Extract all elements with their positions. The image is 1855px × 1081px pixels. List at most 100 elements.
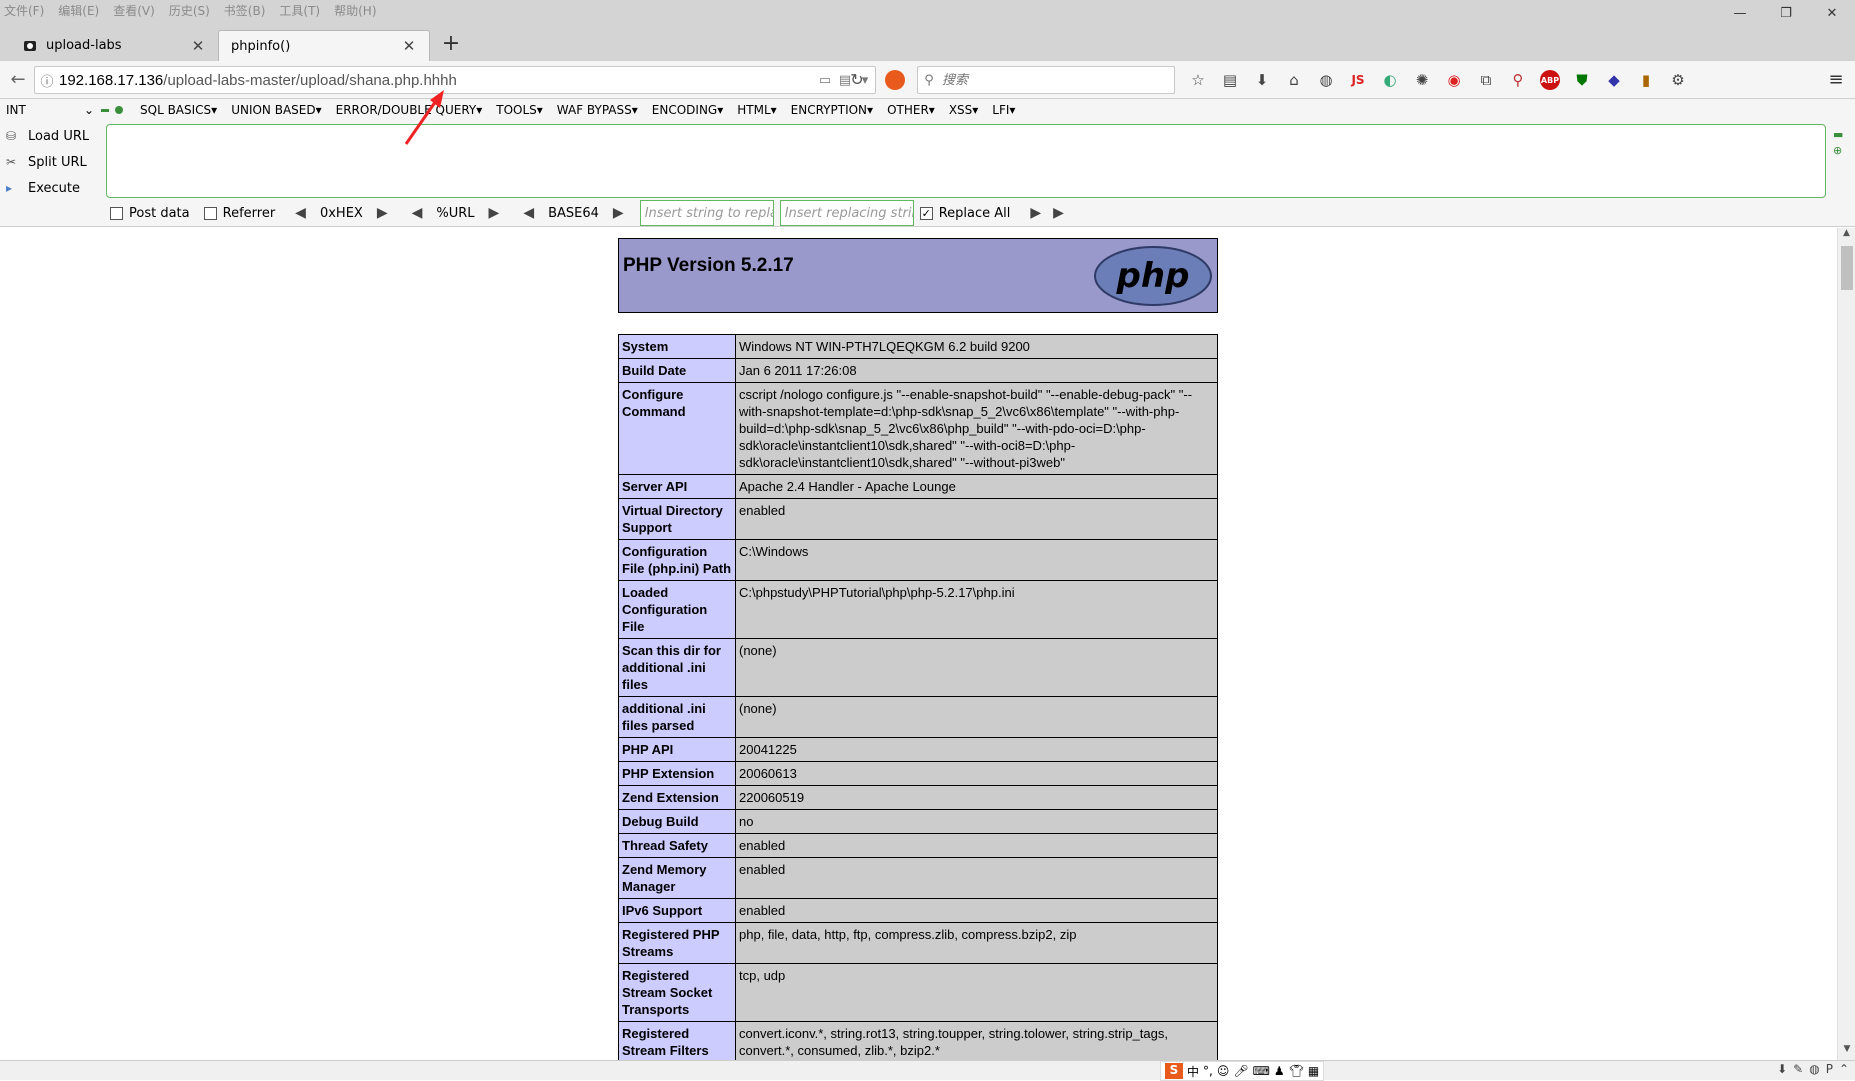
vertical-scrollbar[interactable]: ▲ ▼ bbox=[1837, 228, 1855, 1060]
settings-icon[interactable]: ⚙ bbox=[1665, 67, 1691, 93]
globe-icon[interactable]: ◍ bbox=[1809, 1062, 1819, 1076]
minimize-button[interactable]: — bbox=[1717, 0, 1763, 26]
palette-icon[interactable]: ✺ bbox=[1409, 67, 1435, 93]
minus-icon[interactable] bbox=[101, 108, 109, 112]
hamburger-menu-icon[interactable]: ≡ bbox=[1823, 67, 1849, 93]
menu-lfi[interactable]: LFI▾ bbox=[992, 103, 1015, 117]
shield-icon[interactable]: ⛊ bbox=[1569, 67, 1595, 93]
menu-encoding[interactable]: ENCODING▾ bbox=[652, 103, 723, 117]
encode-arrow-icon[interactable]: ▶ bbox=[489, 205, 500, 221]
restore-button[interactable]: ❐ bbox=[1763, 0, 1809, 26]
menu-error-double-query[interactable]: ERROR/DOUBLE QUERY▾ bbox=[336, 103, 483, 117]
user-icon[interactable]: ♟ bbox=[1274, 1064, 1285, 1078]
info-row: Virtual Directory Support enabled bbox=[618, 498, 1218, 540]
abp-icon[interactable]: ABP bbox=[1540, 70, 1560, 90]
menu-sql-basics[interactable]: SQL BASICS▾ bbox=[140, 103, 217, 117]
search-bar[interactable]: ⚲ bbox=[917, 66, 1175, 94]
ext-red-icon[interactable]: ◉ bbox=[1441, 67, 1467, 93]
decode-arrow-icon[interactable]: ◀ bbox=[412, 205, 423, 221]
menu-tools[interactable]: TOOLS▾ bbox=[496, 103, 543, 117]
skin-icon[interactable]: 👕︎ bbox=[1289, 1064, 1304, 1078]
plus-icon[interactable]: ⊕ bbox=[1833, 143, 1847, 159]
info-icon[interactable]: ⓘ bbox=[35, 71, 59, 90]
colorpicker-icon[interactable]: ▮ bbox=[1633, 67, 1659, 93]
checkbox[interactable] bbox=[110, 206, 123, 220]
menu-edit[interactable]: 编辑(E) bbox=[58, 2, 99, 19]
menu-tools[interactable]: 工具(T) bbox=[279, 2, 320, 19]
referrer-checkbox[interactable]: Referrer bbox=[203, 206, 275, 221]
tab-phpinfo[interactable]: phpinfo() ✕ bbox=[218, 30, 430, 61]
address-bar[interactable]: ⓘ 192.168.17.136/upload-labs-master/uplo… bbox=[34, 66, 876, 94]
microphone-icon[interactable]: 🎤︎ bbox=[1233, 1064, 1248, 1078]
minus-icon[interactable]: ▬ bbox=[1833, 127, 1847, 143]
encode-arrow-icon[interactable]: ▶ bbox=[377, 205, 388, 221]
menu-other[interactable]: OTHER▾ bbox=[887, 103, 935, 117]
reload-icon[interactable]: ↻ bbox=[844, 67, 870, 93]
globe-icon[interactable]: ◍ bbox=[1313, 67, 1339, 93]
bookmark-star-icon[interactable]: ☆ bbox=[1185, 67, 1211, 93]
decode-arrow-icon[interactable]: ◀ bbox=[523, 205, 534, 221]
emoji-icon[interactable]: ☺ bbox=[1217, 1064, 1230, 1078]
screenshot-icon[interactable]: ⧉ bbox=[1473, 67, 1499, 93]
checkbox-checked[interactable]: ✓ bbox=[919, 206, 933, 220]
punctuation-icon[interactable]: °, bbox=[1203, 1064, 1213, 1078]
ime-mode[interactable]: 中 bbox=[1187, 1063, 1199, 1080]
info-key: Zend Extension bbox=[618, 785, 736, 810]
keyboard-icon[interactable]: ⌨ bbox=[1253, 1064, 1270, 1078]
download-icon[interactable]: ⬇ bbox=[1777, 1062, 1787, 1076]
execute-button[interactable]: ▸ Execute bbox=[6, 175, 101, 201]
scroll-thumb[interactable] bbox=[1841, 246, 1853, 290]
close-tab-icon[interactable]: ✕ bbox=[190, 37, 206, 55]
ime-toolbar[interactable]: S 中 °, ☺ 🎤︎ ⌨ ♟ 👕︎ ▦ bbox=[1160, 1061, 1325, 1081]
menu-encryption[interactable]: ENCRYPTION▾ bbox=[791, 103, 873, 117]
grid-icon[interactable]: ▦ bbox=[1308, 1064, 1319, 1078]
replace-arrow-icon[interactable]: ▶ bbox=[1030, 205, 1041, 221]
plus-icon[interactable] bbox=[115, 106, 123, 114]
menu-history[interactable]: 历史(S) bbox=[169, 2, 210, 19]
new-tab-button[interactable]: + bbox=[438, 30, 464, 58]
hackbar-options: Post data Referrer ◀ 0xHEX ▶ ◀ %URL ▶ ◀ … bbox=[110, 200, 1070, 226]
type-select[interactable]: INT ⌄ bbox=[6, 100, 98, 120]
info-key: Zend Memory Manager bbox=[618, 857, 736, 899]
hackbar-url-textarea[interactable] bbox=[106, 124, 1826, 198]
zoom-icon[interactable]: ⚲ bbox=[1505, 67, 1531, 93]
menu-html[interactable]: HTML▾ bbox=[737, 103, 776, 117]
encode-arrow-icon[interactable]: ▶ bbox=[613, 205, 624, 221]
translate-icon[interactable]: ◐ bbox=[1377, 67, 1403, 93]
extension-icon[interactable] bbox=[885, 70, 905, 90]
split-url-button[interactable]: ✂ Split URL bbox=[6, 149, 101, 175]
replace-string-input[interactable]: Insert string to replace bbox=[639, 200, 774, 226]
diamond-icon[interactable]: ◆ bbox=[1601, 67, 1627, 93]
menu-bookmarks[interactable]: 书签(B) bbox=[224, 2, 266, 19]
close-window-button[interactable]: ✕ bbox=[1809, 0, 1855, 26]
back-arrow-icon[interactable]: ← bbox=[5, 67, 31, 93]
menu-xss[interactable]: XSS▾ bbox=[949, 103, 978, 117]
download-icon[interactable]: ⬇ bbox=[1249, 67, 1275, 93]
close-tab-icon[interactable]: ✕ bbox=[401, 37, 417, 55]
scroll-down-icon[interactable]: ▼ bbox=[1838, 1044, 1855, 1060]
menu-view[interactable]: 查看(V) bbox=[113, 2, 155, 19]
scroll-up-icon[interactable]: ▲ bbox=[1838, 228, 1855, 244]
replace-arrow-icon[interactable]: ▶ bbox=[1053, 205, 1064, 221]
tab-upload-labs[interactable]: upload-labs ✕ bbox=[10, 30, 218, 61]
reader-view-icon[interactable]: ▭ bbox=[815, 73, 835, 88]
decode-arrow-icon[interactable]: ◀ bbox=[295, 205, 306, 221]
url-text[interactable]: 192.168.17.136/upload-labs-master/upload… bbox=[59, 72, 815, 89]
menu-help[interactable]: 帮助(H) bbox=[334, 2, 376, 19]
load-url-button[interactable]: ⛁ Load URL bbox=[6, 123, 101, 149]
menu-file[interactable]: 文件(F) bbox=[4, 2, 44, 19]
replacing-string-input[interactable]: Insert replacing string bbox=[779, 200, 914, 226]
tool-icon[interactable]: ✎ bbox=[1793, 1062, 1803, 1076]
checkbox[interactable] bbox=[203, 206, 217, 220]
pf-icon[interactable]: P bbox=[1826, 1062, 1833, 1076]
search-input[interactable] bbox=[940, 71, 1160, 89]
reading-list-icon[interactable]: ▤ bbox=[1217, 67, 1243, 93]
home-icon[interactable]: ⌂ bbox=[1281, 67, 1307, 93]
menu-union-based[interactable]: UNION BASED▾ bbox=[231, 103, 321, 117]
post-data-checkbox[interactable]: Post data bbox=[110, 206, 190, 221]
expand-icon[interactable]: ⌃ bbox=[1839, 1062, 1849, 1076]
menu-waf-bypass[interactable]: WAF BYPASS▾ bbox=[557, 103, 638, 117]
info-row: Loaded Configuration File C:\phpstudy\PHP… bbox=[618, 580, 1218, 639]
replace-all-checkbox[interactable]: ✓ Replace All bbox=[919, 206, 1010, 221]
js-icon[interactable]: JS bbox=[1345, 67, 1371, 93]
